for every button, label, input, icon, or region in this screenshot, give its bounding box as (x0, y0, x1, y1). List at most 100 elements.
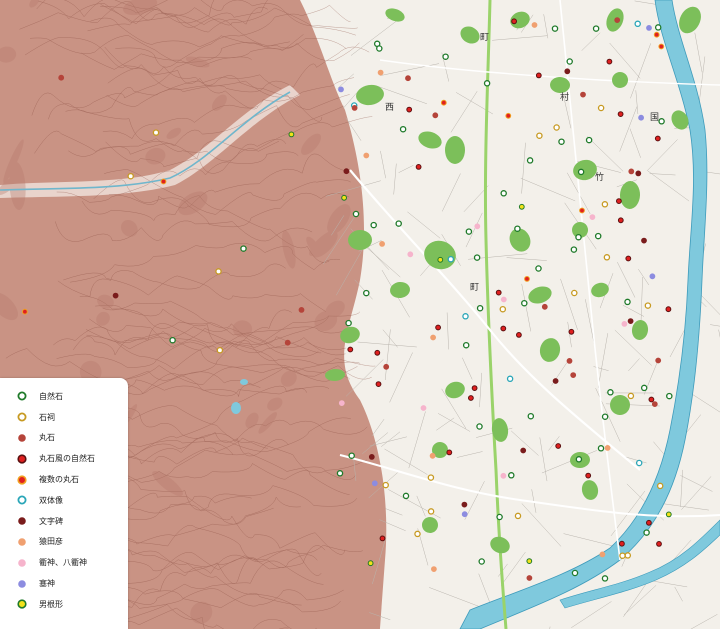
dot-marker-brick[interactable] (541, 303, 548, 310)
ring-marker-green[interactable] (345, 319, 352, 327)
dot-marker-red-dark-ring[interactable] (585, 472, 592, 479)
ring-marker-green[interactable] (476, 304, 484, 312)
dot-marker-maroon[interactable] (520, 447, 527, 454)
ring-marker-green[interactable] (658, 118, 665, 125)
dot-marker-red-dark-ring[interactable] (568, 328, 575, 335)
ring-marker-green[interactable] (395, 220, 402, 227)
dot-marker-red-dark-ring[interactable] (495, 289, 502, 296)
dot-marker-red-dark-ring[interactable] (606, 58, 613, 65)
ring-marker-gold[interactable] (553, 124, 560, 131)
dot-marker-maroon[interactable] (343, 168, 350, 175)
dot-marker-maroon[interactable] (461, 501, 468, 508)
dot-marker-red-dark-ring[interactable] (617, 217, 624, 224)
ring-marker-gold[interactable] (619, 552, 626, 559)
ring-marker-gold[interactable] (624, 552, 632, 559)
ring-marker-green[interactable] (666, 392, 673, 400)
dot-marker-red-dark-ring[interactable] (374, 349, 381, 356)
dot-marker-brick[interactable] (628, 168, 635, 175)
ring-marker-gold[interactable] (499, 305, 507, 313)
ring-marker-green[interactable] (570, 246, 578, 253)
dot-marker-red-dark-ring[interactable] (654, 135, 661, 142)
dot-marker-brick[interactable] (432, 112, 439, 119)
dot-marker-pink[interactable] (420, 405, 427, 411)
ring-marker-gold[interactable] (127, 172, 134, 180)
ring-marker-green[interactable] (399, 125, 407, 133)
dot-marker-red-dark-ring[interactable] (500, 325, 507, 332)
dot-marker-yellow-green-ring[interactable] (288, 131, 295, 138)
dot-marker-salmon[interactable] (379, 241, 386, 247)
dot-marker-brick[interactable] (566, 358, 573, 364)
ring-marker-gold[interactable] (382, 481, 389, 489)
ring-marker-green[interactable] (594, 232, 602, 240)
dot-marker-maroon[interactable] (564, 68, 571, 75)
dot-marker-red-orange-ring[interactable] (505, 112, 512, 119)
dot-marker-pink[interactable] (500, 472, 507, 479)
dot-marker-brick[interactable] (526, 575, 533, 581)
ring-marker-green[interactable] (654, 24, 662, 31)
ring-marker-teal[interactable] (506, 375, 514, 383)
ring-marker-green[interactable] (607, 389, 614, 396)
dot-marker-red-dark-ring[interactable] (646, 519, 652, 526)
dot-marker-brick[interactable] (383, 363, 390, 370)
dot-marker-red-orange-ring[interactable] (579, 207, 585, 214)
ring-marker-teal[interactable] (634, 20, 641, 28)
dot-marker-red-dark-ring[interactable] (347, 346, 354, 353)
topographic-map[interactable]: 西町村竹国町 自然石 石祠 丸石 丸石風の自然石 複数の丸石 双体像 文字碑 猿田彦 衢神、八衢… (0, 0, 720, 629)
dot-marker-red-orange-ring[interactable] (524, 276, 530, 282)
dot-marker-red-dark-ring[interactable] (619, 540, 625, 547)
dot-marker-red-dark-ring[interactable] (665, 306, 672, 313)
ring-marker-green[interactable] (476, 423, 483, 430)
ring-marker-green[interactable] (442, 53, 449, 60)
ring-marker-green[interactable] (402, 492, 410, 500)
ring-marker-green[interactable] (575, 233, 582, 241)
dot-marker-red-dark-ring[interactable] (511, 18, 517, 25)
ring-marker-gold[interactable] (427, 508, 435, 515)
dot-marker-lavender[interactable] (461, 511, 468, 518)
dot-marker-yellow-green-ring[interactable] (367, 560, 374, 567)
dot-marker-red-dark-ring[interactable] (555, 443, 562, 449)
dot-marker-brick[interactable] (580, 91, 586, 98)
dot-marker-lavender[interactable] (646, 25, 652, 31)
ring-marker-teal[interactable] (635, 459, 643, 467)
ring-marker-green[interactable] (597, 445, 605, 452)
ring-marker-gold[interactable] (215, 268, 222, 275)
dot-marker-red-dark-ring[interactable] (379, 535, 386, 542)
dot-marker-red-orange-ring[interactable] (658, 43, 665, 50)
ring-marker-green[interactable] (462, 341, 470, 349)
ring-marker-green[interactable] (496, 513, 503, 521)
ring-marker-teal[interactable] (462, 313, 469, 320)
dot-marker-pink[interactable] (407, 251, 414, 258)
dot-marker-brick[interactable] (58, 74, 65, 81)
dot-marker-lavender[interactable] (638, 114, 644, 121)
dot-marker-pink[interactable] (621, 321, 628, 327)
dot-marker-lavender[interactable] (338, 86, 344, 93)
dot-marker-maroon[interactable] (627, 318, 634, 325)
ring-marker-teal[interactable] (447, 255, 455, 263)
ring-marker-green[interactable] (521, 299, 528, 307)
ring-marker-green[interactable] (601, 413, 609, 420)
dot-marker-red-dark-ring[interactable] (415, 164, 422, 170)
dot-marker-pink[interactable] (474, 223, 481, 230)
ring-marker-green[interactable] (526, 157, 534, 164)
ring-marker-green[interactable] (169, 336, 176, 344)
ring-marker-green[interactable] (575, 456, 583, 463)
ring-marker-green[interactable] (473, 254, 481, 261)
dot-marker-salmon[interactable] (430, 334, 437, 341)
dot-marker-maroon[interactable] (112, 292, 119, 299)
dot-marker-red-dark-ring[interactable] (656, 541, 662, 547)
dot-marker-brick[interactable] (570, 372, 577, 379)
dot-marker-yellow-green-ring[interactable] (341, 194, 348, 201)
dot-marker-salmon[interactable] (429, 452, 436, 459)
dot-marker-lavender[interactable] (649, 273, 656, 280)
ring-marker-green[interactable] (643, 529, 650, 536)
dot-marker-red-orange-ring[interactable] (440, 99, 447, 106)
ring-marker-green[interactable] (566, 58, 573, 65)
ring-marker-green[interactable] (577, 168, 585, 176)
ring-marker-green[interactable] (363, 289, 370, 297)
dot-marker-salmon[interactable] (531, 22, 538, 28)
dot-marker-yellow-green-ring[interactable] (437, 256, 444, 263)
ring-marker-green[interactable] (624, 298, 631, 306)
dot-marker-red-dark-ring[interactable] (535, 72, 542, 79)
dot-marker-red-orange-ring[interactable] (653, 31, 660, 38)
dot-marker-yellow-green-ring[interactable] (665, 511, 672, 518)
